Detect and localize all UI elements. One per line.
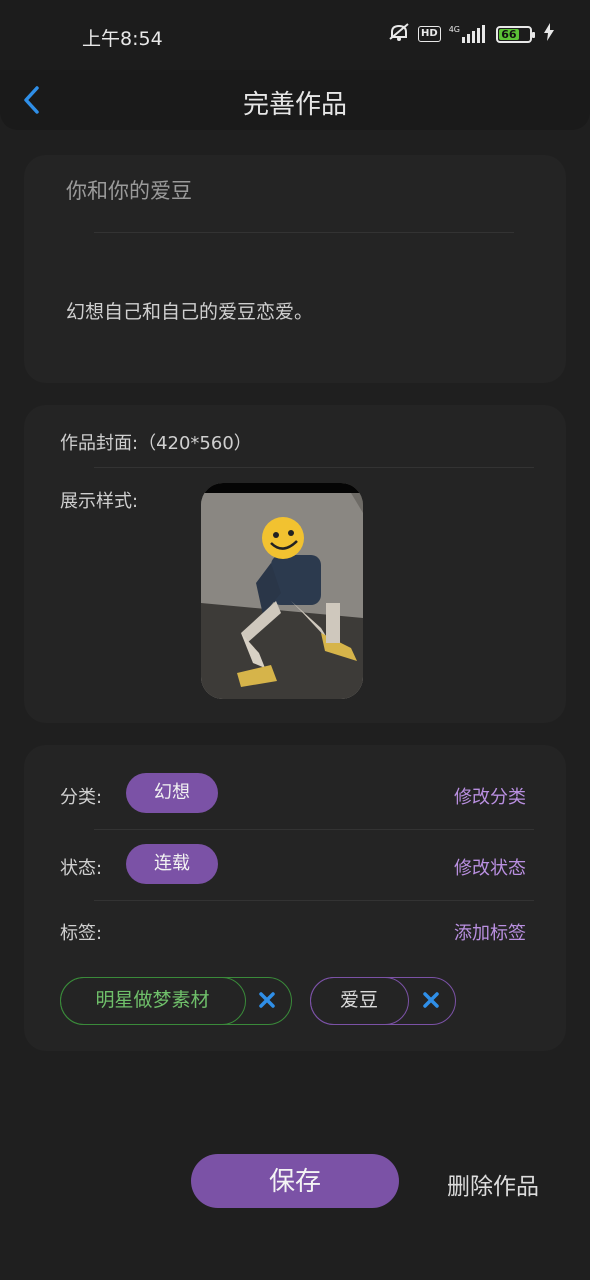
cover-card: 作品封面:（420*560） 展示样式: — [24, 405, 566, 723]
style-label: 展示样式: — [60, 491, 139, 512]
nav-bar: 完善作品 — [0, 70, 590, 130]
hd-badge: HD — [418, 26, 441, 42]
remove-tag-button[interactable] — [421, 990, 441, 1010]
divider — [94, 829, 534, 830]
page-title: 完善作品 — [242, 90, 347, 120]
status-bar: 上午8:54 HD 4G 66 — [0, 0, 590, 70]
edit-category-link[interactable]: 修改分类 — [454, 783, 526, 809]
charging-icon — [544, 23, 554, 45]
cover-label: 作品封面:（420*560） — [60, 433, 252, 454]
status-pill: 连载 — [126, 844, 218, 884]
work-title-input[interactable]: 你和你的爱豆 — [66, 175, 192, 205]
status-icons: HD 4G 66 — [388, 22, 554, 46]
save-button[interactable]: 保存 — [191, 1154, 399, 1208]
status-time: 上午8:54 — [82, 28, 163, 50]
network-label: 4G — [448, 25, 460, 34]
add-tag-link[interactable]: 添加标签 — [454, 919, 526, 945]
work-info-card: 你和你的爱豆 幻想自己和自己的爱豆恋爱。 — [24, 155, 566, 383]
divider — [94, 900, 534, 901]
tag-chip: 明星做梦素材 — [59, 976, 292, 1025]
cover-image[interactable] — [201, 483, 363, 699]
work-description-input[interactable]: 幻想自己和自己的爱豆恋爱。 — [66, 297, 313, 324]
signal-icon: 4G — [449, 25, 488, 43]
tags-label: 标签: — [60, 923, 103, 944]
close-icon — [423, 992, 439, 1008]
tag-label: 明星做梦素材 — [59, 976, 246, 1025]
meta-card: 分类: 幻想 修改分类 状态: 连载 修改状态 标签: 添加标签 明星做梦素材 … — [24, 745, 566, 1051]
status-label: 状态: — [60, 858, 103, 879]
cover-photo — [201, 483, 363, 699]
divider — [94, 232, 514, 233]
remove-tag-button[interactable] — [257, 990, 277, 1010]
delete-work-button[interactable]: 删除作品 — [447, 1167, 539, 1201]
tag-chip: 爱豆 — [309, 976, 456, 1025]
divider — [94, 467, 534, 468]
tag-label: 爱豆 — [309, 976, 409, 1025]
battery-level: 66 — [499, 28, 519, 40]
edit-status-link[interactable]: 修改状态 — [454, 854, 526, 880]
close-icon — [259, 992, 275, 1008]
mute-icon — [388, 22, 410, 46]
category-pill: 幻想 — [126, 773, 218, 813]
category-label: 分类: — [60, 787, 103, 808]
battery-icon: 66 — [496, 25, 535, 43]
